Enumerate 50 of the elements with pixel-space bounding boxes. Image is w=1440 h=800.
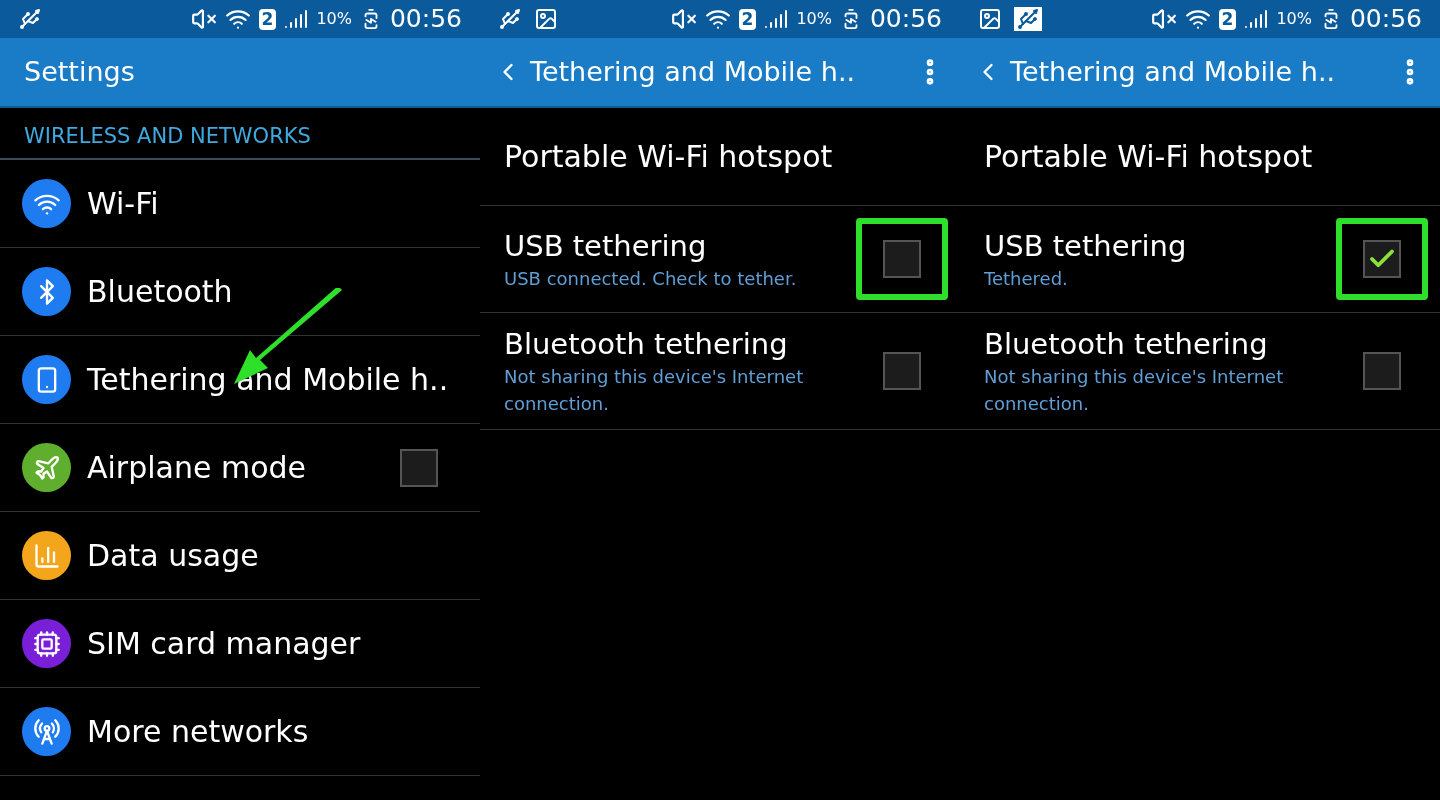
settings-item[interactable]: SIM card manager bbox=[0, 600, 480, 688]
settings-item[interactable]: Data usage bbox=[0, 512, 480, 600]
item-title: Bluetooth tethering bbox=[984, 326, 1269, 363]
battery-percent: 10% bbox=[1276, 8, 1312, 30]
item-title: SIM card manager bbox=[87, 625, 361, 663]
item-title: Data usage bbox=[87, 537, 259, 575]
settings-item[interactable]: Bluetooth tethering Not sharing this device's Internet connection. bbox=[960, 313, 1440, 430]
section-header: WIRELESS AND NETWORKS bbox=[0, 108, 480, 160]
signal-icon bbox=[284, 7, 309, 31]
item-title: Portable Wi-Fi hotspot bbox=[984, 138, 1313, 176]
sim-badge: 2 bbox=[258, 8, 277, 30]
mute-icon bbox=[670, 6, 697, 32]
checkbox[interactable] bbox=[1363, 240, 1401, 278]
item-title: More networks bbox=[87, 713, 309, 751]
checkbox[interactable] bbox=[883, 240, 921, 278]
app-bar-title: Settings bbox=[24, 54, 135, 89]
signal-icon bbox=[1244, 7, 1269, 31]
settings-item[interactable]: Wi-Fi bbox=[0, 160, 480, 248]
checkbox[interactable] bbox=[1363, 352, 1401, 390]
settings-item[interactable]: Airplane mode bbox=[0, 424, 480, 512]
settings-item[interactable]: USB tethering USB connected. Check to tether. bbox=[480, 206, 960, 313]
item-summary: Not sharing this device's Internet connection. bbox=[984, 365, 1285, 416]
battery-percent: 10% bbox=[796, 8, 832, 30]
item-title: USB tethering bbox=[984, 227, 1188, 265]
item-title: Portable Wi-Fi hotspot bbox=[504, 138, 833, 176]
app-bar-title: Tethering and Mobile h.. bbox=[1010, 54, 1336, 89]
signal-icon bbox=[764, 7, 789, 31]
settings-item[interactable]: More networks bbox=[0, 688, 480, 776]
item-title: Bluetooth bbox=[87, 273, 233, 311]
checkbox[interactable] bbox=[883, 352, 921, 390]
item-title: USB tethering bbox=[504, 227, 708, 265]
app-bar-title: Tethering and Mobile h.. bbox=[530, 54, 856, 89]
item-summary: USB connected. Check to tether. bbox=[504, 266, 798, 291]
clock: 00:56 bbox=[869, 3, 942, 36]
clock: 00:56 bbox=[1349, 3, 1422, 36]
item-summary: Tethered. bbox=[984, 266, 1069, 291]
clock: 00:56 bbox=[389, 3, 462, 36]
sim-badge: 2 bbox=[1218, 8, 1237, 30]
item-title: Airplane mode bbox=[87, 449, 307, 487]
settings-item[interactable]: USB tethering Tethered. bbox=[960, 206, 1440, 313]
sim-badge: 2 bbox=[738, 8, 757, 30]
item-title: Bluetooth tethering bbox=[504, 326, 789, 363]
mute-icon bbox=[190, 6, 217, 32]
item-summary: Not sharing this device's Internet connection. bbox=[504, 365, 805, 416]
item-title: Wi-Fi bbox=[87, 185, 159, 223]
checkbox[interactable] bbox=[400, 448, 438, 487]
settings-item[interactable]: Portable Wi-Fi hotspot bbox=[960, 108, 1440, 206]
settings-item[interactable]: Bluetooth tethering Not sharing this device's Internet connection. bbox=[480, 313, 960, 430]
battery-percent: 10% bbox=[316, 8, 352, 30]
mute-icon bbox=[1150, 6, 1177, 32]
